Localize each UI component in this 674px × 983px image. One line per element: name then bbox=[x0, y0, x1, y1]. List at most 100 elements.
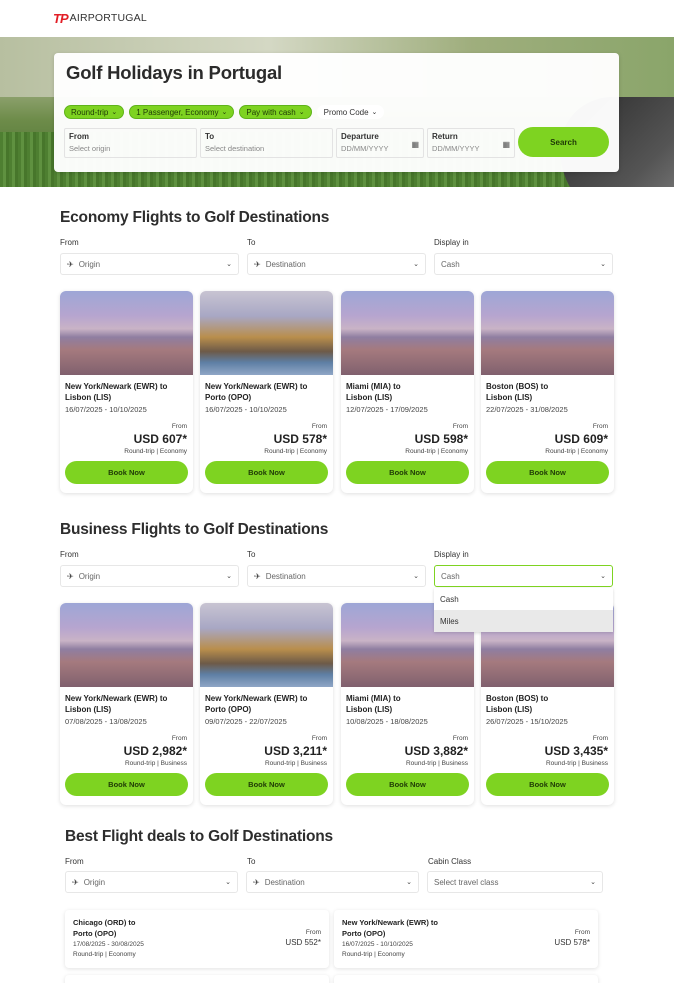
economy-from-label: From bbox=[60, 238, 79, 247]
plane-departure-icon: ✈ bbox=[67, 259, 74, 269]
calendar-icon[interactable]: ▦ bbox=[411, 140, 419, 149]
business-origin-select[interactable]: ✈ Origin ⌄ bbox=[60, 565, 239, 587]
flight-card[interactable]: New York/Newark (EWR) to Porto (OPO) 09/0… bbox=[200, 603, 333, 805]
origin-field-placeholder: Select origin bbox=[69, 144, 111, 153]
passenger-class-label: 1 Passenger, Economy bbox=[136, 107, 219, 117]
destination-field-placeholder: Select destination bbox=[205, 144, 265, 153]
card-route: Miami (MIA) to Lisbon (LIS) bbox=[346, 382, 401, 402]
business-to-label: To bbox=[247, 550, 256, 559]
book-now-button[interactable]: Book Now bbox=[346, 461, 469, 484]
lisbon-city-image bbox=[60, 291, 193, 375]
plane-departure-icon: ✈ bbox=[67, 571, 74, 581]
card-route: Boston (BOS) to Lisbon (LIS) bbox=[486, 694, 549, 714]
flight-card[interactable]: New York/Newark (EWR) to Porto (OPO) 16/0… bbox=[200, 291, 333, 493]
plane-arrival-icon: ✈ bbox=[254, 259, 261, 269]
card-price: USD 3,882* bbox=[404, 744, 468, 758]
deals-cabin-select[interactable]: Select travel class ⌄ bbox=[427, 871, 603, 893]
display-currency-dropdown: Cash Miles bbox=[434, 588, 613, 632]
card-trip-meta: Round-trip | Business bbox=[264, 760, 327, 767]
economy-to-label: To bbox=[247, 238, 256, 247]
card-price: USD 3,435* bbox=[544, 744, 608, 758]
search-button[interactable]: Search bbox=[518, 127, 609, 157]
passenger-class-chip[interactable]: 1 Passenger, Economy ⌄ bbox=[129, 105, 235, 119]
deals-destination-select[interactable]: ✈ Destination ⌄ bbox=[246, 871, 419, 893]
lisbon-city-image bbox=[60, 603, 193, 687]
deal-card[interactable] bbox=[65, 975, 329, 983]
departure-date-field[interactable]: Departure DD/MM/YYYY ▦ bbox=[336, 128, 424, 158]
card-from-label: From bbox=[592, 423, 608, 430]
card-price: USD 607* bbox=[133, 432, 187, 446]
payment-chip[interactable]: Pay with cash ⌄ bbox=[239, 105, 312, 119]
logo-mark: TP bbox=[53, 10, 69, 26]
flight-card[interactable]: Boston (BOS) to Lisbon (LIS) 22/07/2025 -… bbox=[481, 291, 614, 493]
economy-origin-select[interactable]: ✈ Origin ⌄ bbox=[60, 253, 239, 275]
economy-destination-value: Destination bbox=[265, 259, 306, 269]
business-origin-value: Origin bbox=[78, 571, 101, 581]
card-trip-meta: Round-trip | Business bbox=[124, 760, 187, 767]
book-now-button[interactable]: Book Now bbox=[486, 773, 609, 796]
card-from-label: From bbox=[311, 735, 327, 742]
card-from-label: From bbox=[452, 735, 468, 742]
calendar-icon[interactable]: ▦ bbox=[502, 140, 510, 149]
card-dates: 09/07/2025 - 22/07/2025 bbox=[205, 717, 287, 726]
chevron-down-icon: ⌄ bbox=[298, 109, 305, 116]
deal-route: Chicago (ORD) to Porto (OPO) bbox=[73, 918, 136, 938]
airline-logo[interactable]: TP AIRPORTUGAL bbox=[53, 10, 147, 26]
business-section-title: Business Flights to Golf Destinations bbox=[60, 521, 329, 538]
deal-price: USD 578* bbox=[554, 938, 590, 947]
deals-destination-value: Destination bbox=[264, 877, 305, 887]
business-display-select[interactable]: Cash ⌄ bbox=[434, 565, 613, 587]
book-now-button[interactable]: Book Now bbox=[486, 461, 609, 484]
flight-card[interactable]: Boston (BOS) to Lisbon (LIS) 26/07/2025 -… bbox=[481, 603, 614, 805]
card-trip-meta: Round-trip | Economy bbox=[545, 448, 608, 455]
flight-card[interactable]: Miami (MIA) to Lisbon (LIS) 10/08/2025 - … bbox=[341, 603, 474, 805]
deal-from-label: From bbox=[305, 929, 321, 936]
chevron-down-icon: ⌄ bbox=[111, 109, 118, 116]
chevron-down-icon: ⌄ bbox=[413, 573, 419, 580]
book-now-button[interactable]: Book Now bbox=[205, 461, 328, 484]
deal-price: USD 552* bbox=[285, 938, 321, 947]
return-date-field[interactable]: Return DD/MM/YYYY ▦ bbox=[427, 128, 515, 158]
origin-field[interactable]: From Select origin bbox=[64, 128, 197, 158]
economy-display-select[interactable]: Cash ⌄ bbox=[434, 253, 613, 275]
business-destination-value: Destination bbox=[265, 571, 306, 581]
deal-card[interactable] bbox=[334, 975, 598, 983]
card-price: USD 598* bbox=[414, 432, 468, 446]
chevron-down-icon: ⌄ bbox=[221, 109, 228, 116]
card-from-label: From bbox=[311, 423, 327, 430]
card-route: New York/Newark (EWR) to Porto (OPO) bbox=[205, 382, 308, 402]
dropdown-option-miles[interactable]: Miles bbox=[434, 610, 613, 632]
deal-card[interactable]: Chicago (ORD) to Porto (OPO) 17/08/2025 -… bbox=[65, 910, 329, 968]
destination-field-label: To bbox=[205, 132, 215, 141]
origin-field-label: From bbox=[69, 132, 89, 141]
card-price: USD 578* bbox=[273, 432, 327, 446]
economy-origin-value: Origin bbox=[78, 259, 101, 269]
book-now-button[interactable]: Book Now bbox=[346, 773, 469, 796]
flight-card[interactable]: New York/Newark (EWR) to Lisbon (LIS) 07/… bbox=[60, 603, 193, 805]
business-destination-select[interactable]: ✈ Destination ⌄ bbox=[247, 565, 426, 587]
promo-code-chip[interactable]: Promo Code ⌄ bbox=[316, 105, 385, 119]
deal-card[interactable]: New York/Newark (EWR) to Porto (OPO) 16/0… bbox=[334, 910, 598, 968]
card-dates: 07/08/2025 - 13/08/2025 bbox=[65, 717, 147, 726]
card-dates: 22/07/2025 - 31/08/2025 bbox=[486, 405, 568, 414]
economy-destination-select[interactable]: ✈ Destination ⌄ bbox=[247, 253, 426, 275]
deals-origin-select[interactable]: ✈ Origin ⌄ bbox=[65, 871, 238, 893]
trip-type-chip[interactable]: Round-trip ⌄ bbox=[64, 105, 125, 119]
card-from-label: From bbox=[592, 735, 608, 742]
card-from-label: From bbox=[452, 423, 468, 430]
book-now-button[interactable]: Book Now bbox=[65, 461, 188, 484]
flight-card[interactable]: New York/Newark (EWR) to Lisbon (LIS) 16/… bbox=[60, 291, 193, 493]
book-now-button[interactable]: Book Now bbox=[65, 773, 188, 796]
destination-field[interactable]: To Select destination bbox=[200, 128, 333, 158]
card-dates: 12/07/2025 - 17/09/2025 bbox=[346, 405, 428, 414]
deals-cabin-value: Select travel class bbox=[434, 877, 499, 887]
page-title: Golf Holidays in Portugal bbox=[66, 62, 282, 83]
dropdown-option-cash[interactable]: Cash bbox=[434, 588, 613, 610]
card-from-label: From bbox=[171, 423, 187, 430]
chevron-down-icon: ⌄ bbox=[590, 879, 596, 886]
flight-card[interactable]: Miami (MIA) to Lisbon (LIS) 12/07/2025 - … bbox=[341, 291, 474, 493]
deal-trip-meta: Round-trip | Economy bbox=[73, 951, 136, 958]
promo-code-label: Promo Code bbox=[323, 107, 369, 117]
card-route: New York/Newark (EWR) to Lisbon (LIS) bbox=[65, 694, 168, 714]
book-now-button[interactable]: Book Now bbox=[205, 773, 328, 796]
